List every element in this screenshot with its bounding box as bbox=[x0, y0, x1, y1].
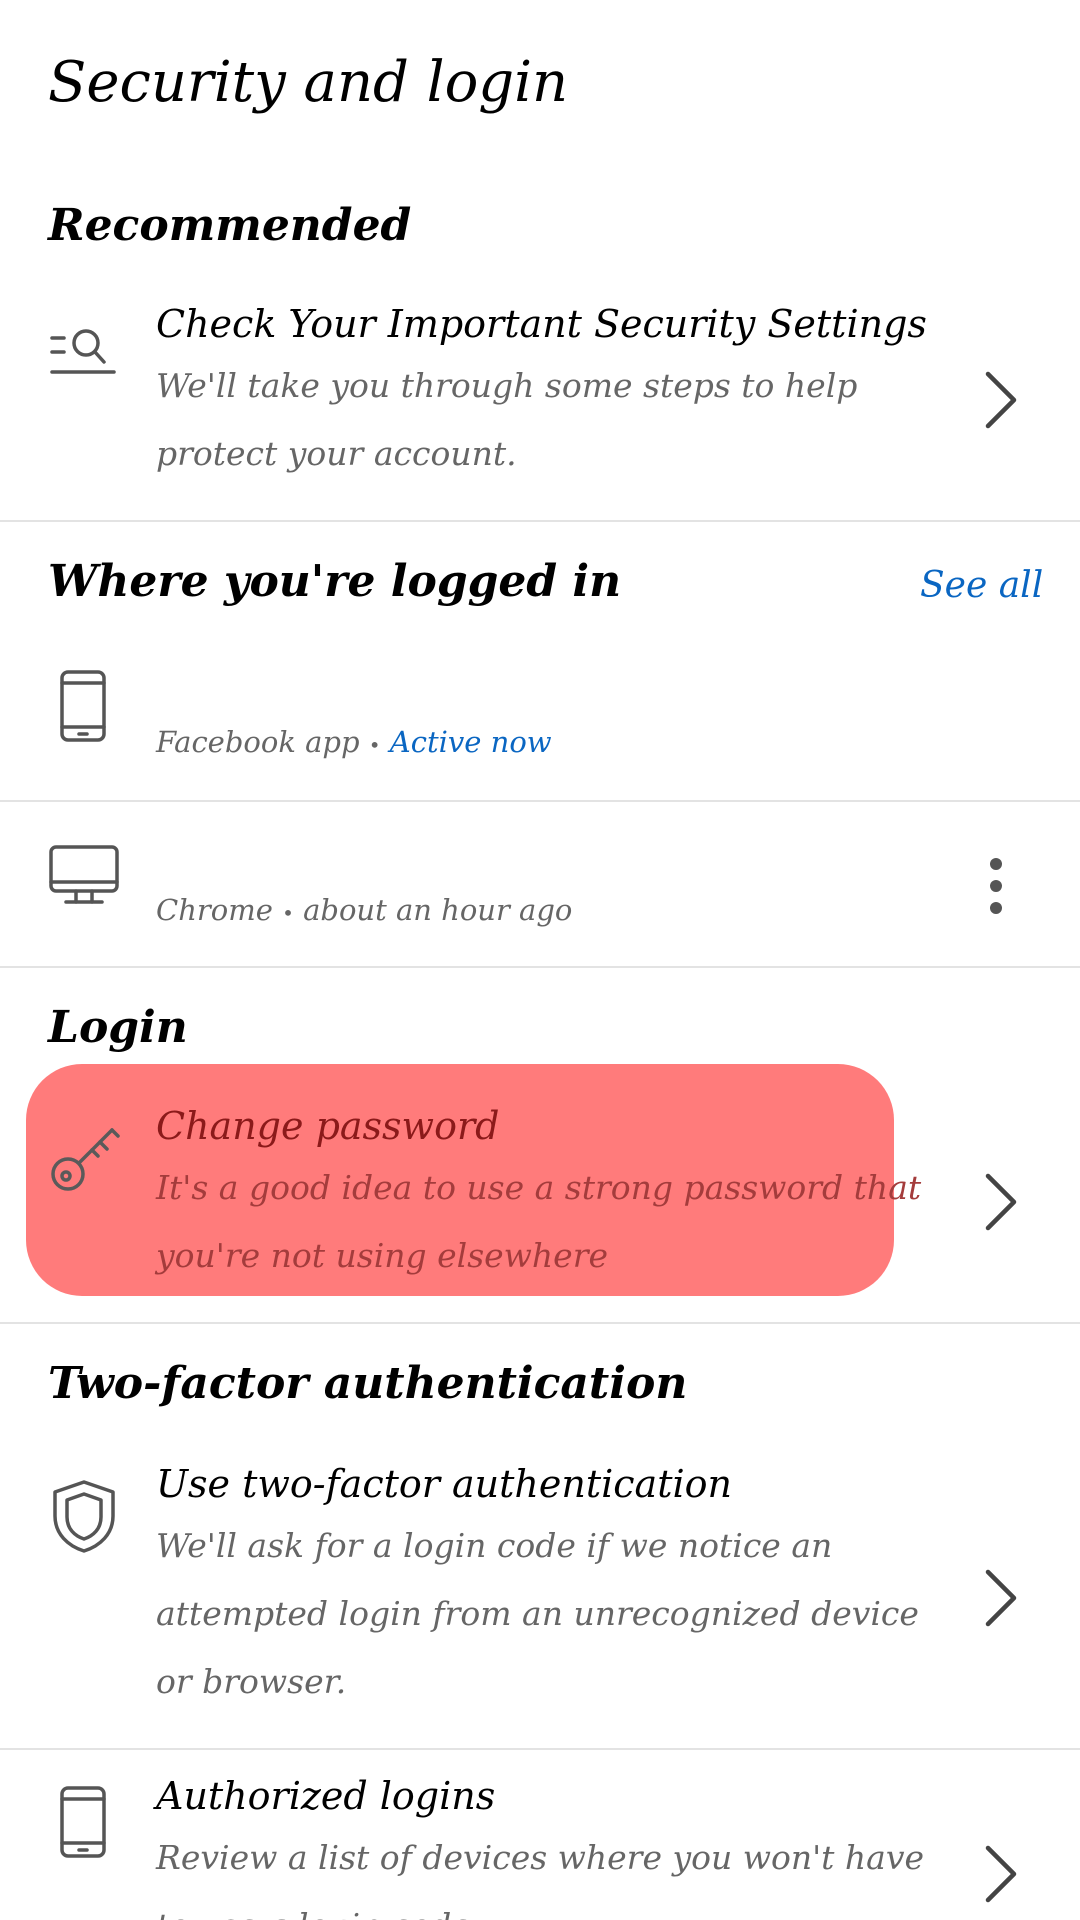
change-password-item[interactable]: Change password It's a good idea to use … bbox=[0, 1080, 1080, 1320]
session-item-chrome[interactable]: Chrome • about an hour ago bbox=[0, 802, 1080, 966]
authorized-logins-item[interactable]: Authorized logins Review a list of devic… bbox=[0, 1750, 1080, 1920]
two-factor-item[interactable]: Use two-factor authentication We'll ask … bbox=[0, 1436, 1080, 1748]
session-status: about an hour ago bbox=[303, 893, 573, 927]
session-separator: • bbox=[368, 733, 381, 757]
divider bbox=[0, 1322, 1080, 1324]
chevron-right-icon bbox=[982, 370, 1018, 430]
see-all-link[interactable]: See all bbox=[920, 562, 1043, 610]
page-title: Security and login bbox=[48, 50, 569, 115]
session-device: Chrome bbox=[156, 893, 273, 927]
session-separator: • bbox=[282, 901, 294, 925]
divider bbox=[0, 966, 1080, 968]
session-device: Facebook app bbox=[156, 725, 360, 759]
chevron-right-icon bbox=[982, 1172, 1018, 1232]
change-password-title: Change password bbox=[156, 1104, 500, 1148]
section-heading-login: Login bbox=[48, 1002, 188, 1053]
section-heading-two-factor: Two-factor authentication bbox=[48, 1358, 688, 1409]
divider bbox=[0, 520, 1080, 522]
two-factor-description: We'll ask for a login code if we notice … bbox=[156, 1526, 919, 1701]
chevron-right-icon bbox=[982, 1568, 1018, 1628]
key-icon bbox=[48, 1118, 122, 1194]
authorized-logins-title: Authorized logins bbox=[156, 1774, 496, 1818]
authorized-logins-description: Review a list of devices where you won't… bbox=[156, 1838, 925, 1920]
chevron-right-icon bbox=[982, 1844, 1018, 1904]
shield-icon bbox=[50, 1478, 118, 1554]
session-info: Facebook app • Active now bbox=[156, 722, 552, 765]
session-item-facebook-app[interactable]: Facebook app • Active now bbox=[0, 640, 1080, 800]
section-heading-logged-in: Where you're logged in bbox=[48, 556, 622, 607]
section-heading-recommended: Recommended bbox=[48, 200, 412, 251]
phone-icon bbox=[58, 668, 108, 744]
two-factor-title: Use two-factor authentication bbox=[156, 1462, 732, 1506]
phone-icon bbox=[58, 1784, 108, 1860]
search-list-icon bbox=[48, 322, 120, 378]
more-options-icon[interactable] bbox=[976, 856, 1016, 916]
session-status-active: Active now bbox=[389, 725, 552, 759]
security-checkup-item[interactable]: Check Your Important Security Settings W… bbox=[0, 280, 1080, 520]
security-checkup-title: Check Your Important Security Settings bbox=[156, 302, 927, 346]
change-password-description: It's a good idea to use a strong passwor… bbox=[156, 1168, 922, 1275]
desktop-icon bbox=[48, 844, 120, 908]
security-checkup-description: We'll take you through some steps to hel… bbox=[156, 366, 858, 473]
session-info: Chrome • about an hour ago bbox=[156, 890, 572, 933]
